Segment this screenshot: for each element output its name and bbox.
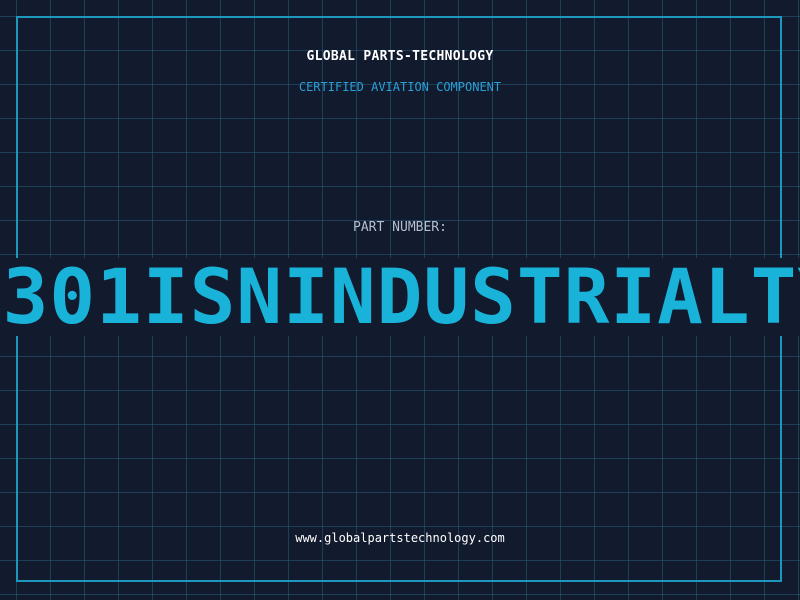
website-url: www.globalpartstechnology.com [295, 531, 505, 545]
part-number-value: S301ISNINDUSTRIALTY [0, 258, 800, 336]
certification-subtitle: CERTIFIED AVIATION COMPONENT [298, 80, 502, 94]
part-number-label: PART NUMBER: [353, 220, 447, 235]
company-name: GLOBAL PARTS-TECHNOLOGY [306, 49, 494, 64]
part-number-band: S301ISNINDUSTRIALTY [0, 258, 800, 336]
